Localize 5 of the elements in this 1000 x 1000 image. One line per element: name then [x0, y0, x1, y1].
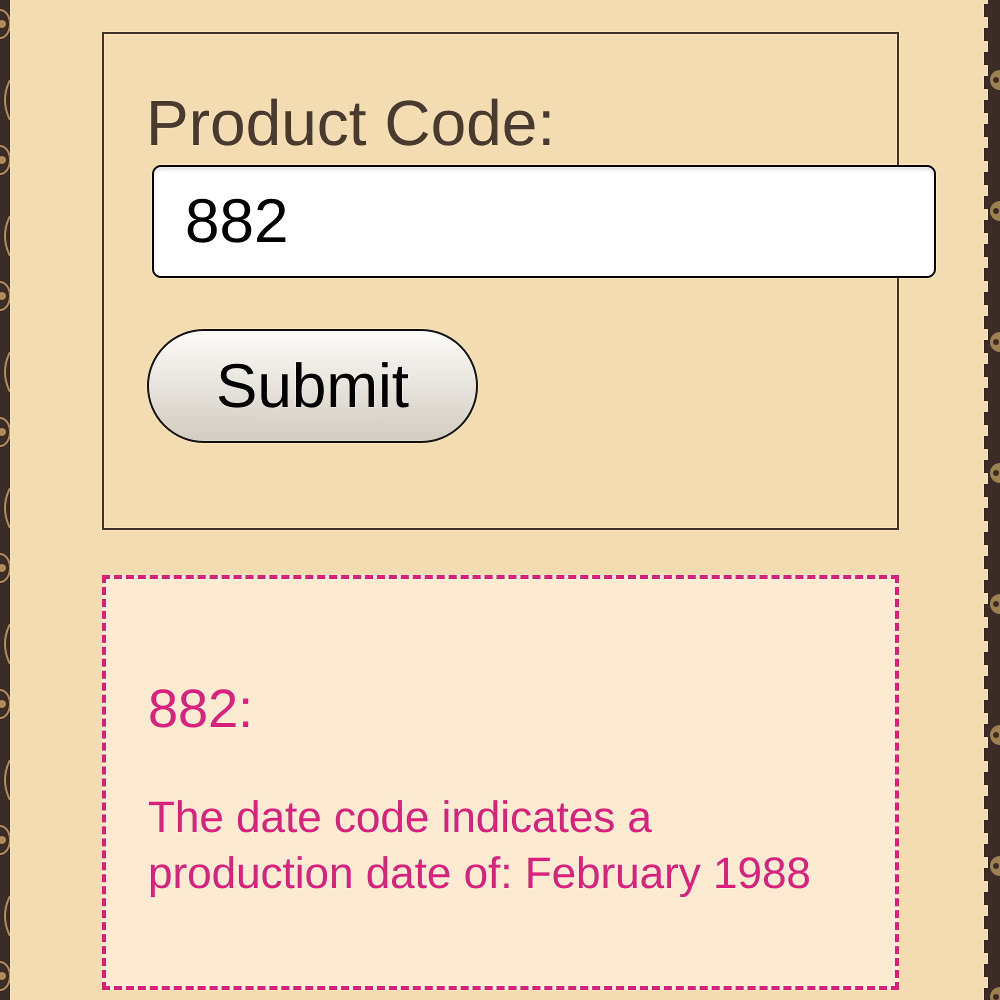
product-code-label: Product Code: [146, 86, 556, 160]
result-heading: 882: [148, 678, 254, 740]
product-code-input[interactable]: 882 [152, 165, 936, 278]
submit-button[interactable]: Submit [147, 329, 478, 443]
result-message: The date code indicates a production date of: February 1988 [148, 792, 812, 900]
